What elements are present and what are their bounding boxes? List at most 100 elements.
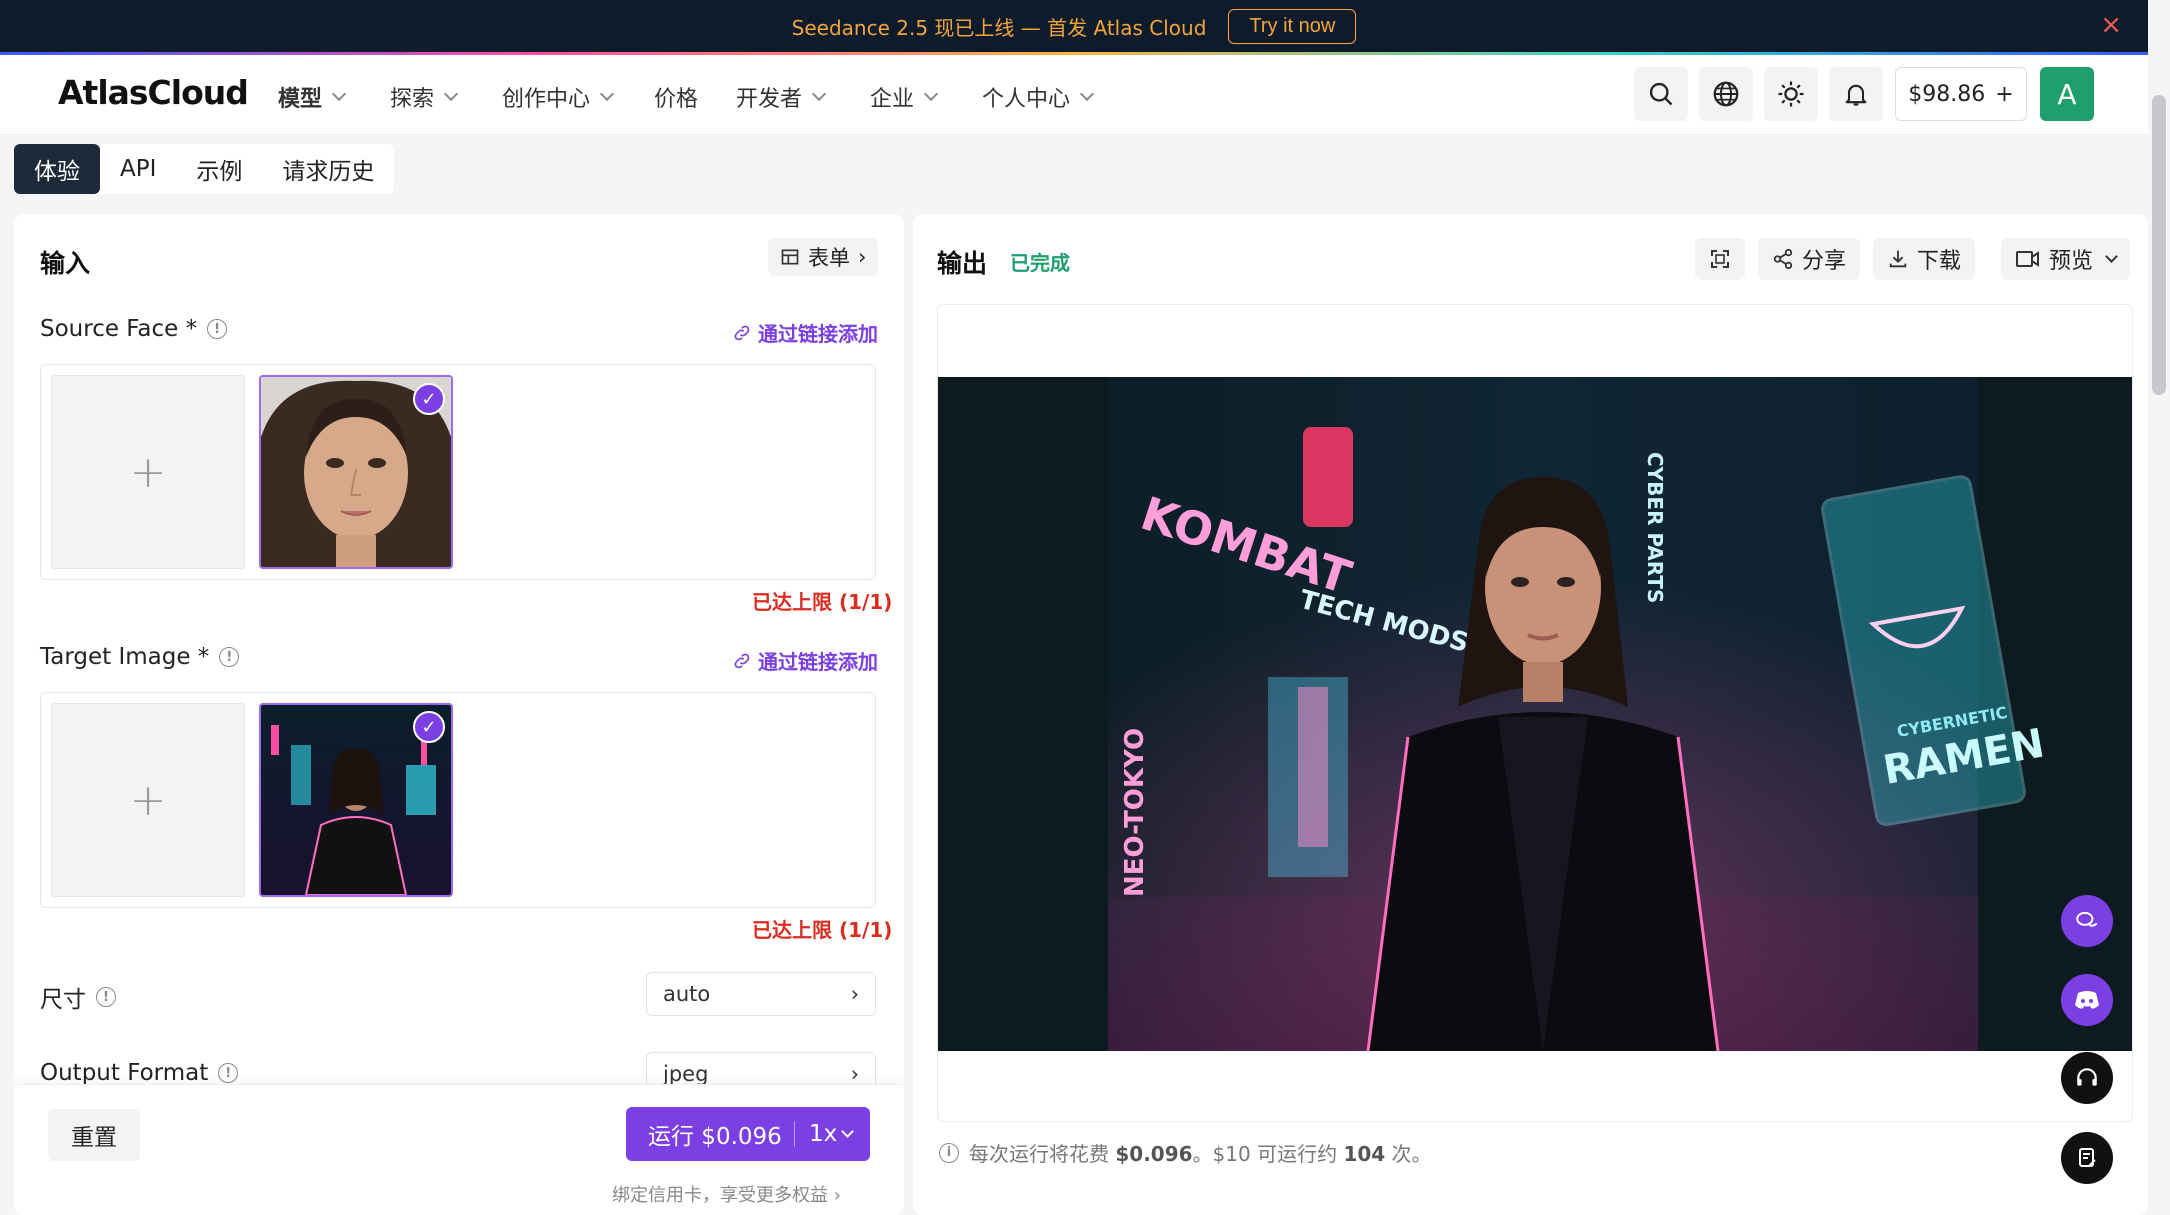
cost-suffix: 次。: [1385, 1142, 1432, 1166]
info-icon[interactable]: !: [207, 319, 228, 339]
logo[interactable]: AtlasCloud: [58, 73, 249, 112]
notifications-button[interactable]: [1829, 67, 1883, 121]
target-image-add-by-link[interactable]: 通过链接添加: [732, 646, 878, 675]
link-icon: [734, 325, 750, 340]
feedback-button[interactable]: [2061, 1132, 2113, 1184]
discord-icon: [2075, 991, 2099, 1009]
search-button[interactable]: [1634, 67, 1688, 121]
video-camera-icon: [2016, 251, 2039, 267]
nav-pricing[interactable]: 价格: [654, 81, 698, 113]
bind-card-link[interactable]: 绑定信用卡，享受更多权益 ›: [612, 1181, 841, 1207]
search-icon: [1649, 82, 1673, 106]
chevron-down-icon: [443, 86, 459, 102]
cost-mid: 。$10 可运行约: [1192, 1142, 1344, 1166]
source-face-add-tile[interactable]: +: [51, 375, 245, 569]
source-face-add-by-link[interactable]: 通过链接添加: [732, 318, 878, 347]
selected-check-icon: ✓: [413, 383, 445, 415]
banner-text: Seedance 2.5 现已上线 — 首发 Atlas Cloud: [791, 15, 1207, 40]
output-panel: 输出 已完成 分享 下载 预览 KOMBAT TECH MODS NEO-TOK…: [913, 214, 2148, 1215]
try-it-now-button[interactable]: Try it now: [1228, 8, 1357, 44]
target-image-thumbnail[interactable]: ✓: [259, 703, 453, 897]
link-icon: [734, 653, 750, 668]
mode-tabs: 体验 API 示例 请求历史: [14, 144, 395, 194]
avatar[interactable]: A: [2040, 67, 2094, 121]
input-panel: 输入 表单 › Source Face * ! 通过链接添加 + ✓ 已达上限 …: [14, 214, 904, 1215]
page-scrollbar[interactable]: [2152, 95, 2166, 395]
run-label: 运行 $0.096: [648, 1124, 782, 1150]
form-view-button[interactable]: 表单 ›: [768, 238, 879, 276]
target-image-text: Target Image *: [40, 644, 210, 670]
theme-toggle-button[interactable]: [1764, 67, 1818, 121]
run-multiplier-select[interactable]: 1x: [795, 1121, 855, 1147]
chevron-down-icon: [1079, 86, 1095, 102]
status-badge: 已完成: [1010, 251, 1070, 275]
chevron-down-icon: [331, 86, 347, 102]
nav-enterprise[interactable]: 企业: [870, 81, 939, 113]
chevron-down-icon: [923, 86, 939, 102]
nav-explore[interactable]: 探索: [390, 81, 459, 113]
target-image-add-tile[interactable]: +: [51, 703, 245, 897]
info-icon[interactable]: !: [96, 987, 116, 1007]
output-image[interactable]: KOMBAT TECH MODS NEO-TOKYO CYBER PARTS C…: [938, 377, 2132, 1051]
nav-label: 企业: [870, 87, 915, 112]
cost-note: i 每次运行将花费 $0.096。$10 可运行约 104 次。: [939, 1138, 1432, 1167]
output-format-label: Output Format !: [40, 1060, 239, 1086]
reset-button[interactable]: 重置: [48, 1109, 140, 1161]
preview-select[interactable]: 预览: [2001, 238, 2131, 280]
size-select[interactable]: auto ›: [646, 972, 876, 1016]
nav-label: 价格: [654, 87, 699, 112]
support-button[interactable]: [2061, 1052, 2113, 1104]
cost-note-text: 每次运行将花费 $0.096。$10 可运行约 104 次。: [969, 1138, 1432, 1167]
chat-icon: [2076, 911, 2098, 927]
share-label: 分享: [1802, 249, 1847, 274]
top-header: AtlasCloud 模型 探索 创作中心 价格 开发者 企业 个人中心 $98…: [0, 55, 2148, 135]
size-text: 尺寸: [40, 987, 86, 1013]
language-button[interactable]: [1699, 67, 1753, 121]
source-face-text: Source Face *: [40, 316, 198, 342]
tab-playground[interactable]: 体验: [14, 144, 100, 194]
download-icon: [1889, 250, 1907, 268]
headset-icon: [2077, 1068, 2097, 1086]
balance-button[interactable]: $98.86 +: [1895, 67, 2027, 121]
nav-models[interactable]: 模型: [278, 81, 347, 113]
output-format-text: Output Format: [40, 1060, 209, 1086]
discord-button[interactable]: [2061, 974, 2113, 1026]
preview-label: 预览: [2049, 249, 2094, 274]
download-button[interactable]: 下载: [1873, 238, 1976, 280]
chat-button[interactable]: [2061, 895, 2113, 947]
chevron-right-icon: ›: [858, 245, 867, 269]
run-button[interactable]: 运行 $0.096 1x: [626, 1107, 870, 1161]
download-label: 下载: [1917, 249, 1962, 274]
share-button[interactable]: 分享: [1758, 238, 1861, 280]
input-title: 输入: [40, 249, 91, 278]
tab-api[interactable]: API: [100, 144, 176, 194]
chevron-right-icon: ›: [850, 982, 859, 1006]
selected-check-icon: ✓: [413, 711, 445, 743]
share-icon: [1773, 248, 1793, 270]
chevron-right-icon: ›: [850, 1062, 859, 1086]
balance-amount: $98.86: [1908, 81, 1986, 107]
plus-icon: +: [129, 446, 167, 498]
output-title: 输出: [937, 249, 988, 278]
target-image-label: Target Image * !: [40, 644, 240, 670]
nav-personal-center[interactable]: 个人中心: [982, 81, 1095, 113]
fullscreen-button[interactable]: [1695, 238, 1745, 280]
nav-create[interactable]: 创作中心: [502, 81, 615, 113]
info-icon[interactable]: !: [218, 1063, 239, 1083]
tab-examples[interactable]: 示例: [176, 144, 262, 194]
info-icon[interactable]: !: [219, 647, 240, 667]
nav-label: 创作中心: [502, 87, 591, 112]
chevron-down-icon: [811, 86, 827, 102]
output-viewer: KOMBAT TECH MODS NEO-TOKYO CYBER PARTS C…: [937, 304, 2133, 1122]
info-icon: i: [939, 1142, 959, 1163]
close-icon[interactable]: ×: [2100, 10, 2122, 40]
sign-cyber-parts: CYBER PARTS: [1643, 452, 1667, 603]
source-face-thumbnail[interactable]: ✓: [259, 375, 453, 569]
nav-developers[interactable]: 开发者: [736, 81, 827, 113]
source-face-label: Source Face * !: [40, 316, 228, 342]
nav-label: 探索: [390, 87, 435, 112]
cost-prefix: 每次运行将花费: [969, 1142, 1116, 1166]
tab-request-history[interactable]: 请求历史: [262, 144, 394, 194]
nav-label: 个人中心: [982, 87, 1071, 112]
cost-runs: 104: [1343, 1142, 1386, 1166]
